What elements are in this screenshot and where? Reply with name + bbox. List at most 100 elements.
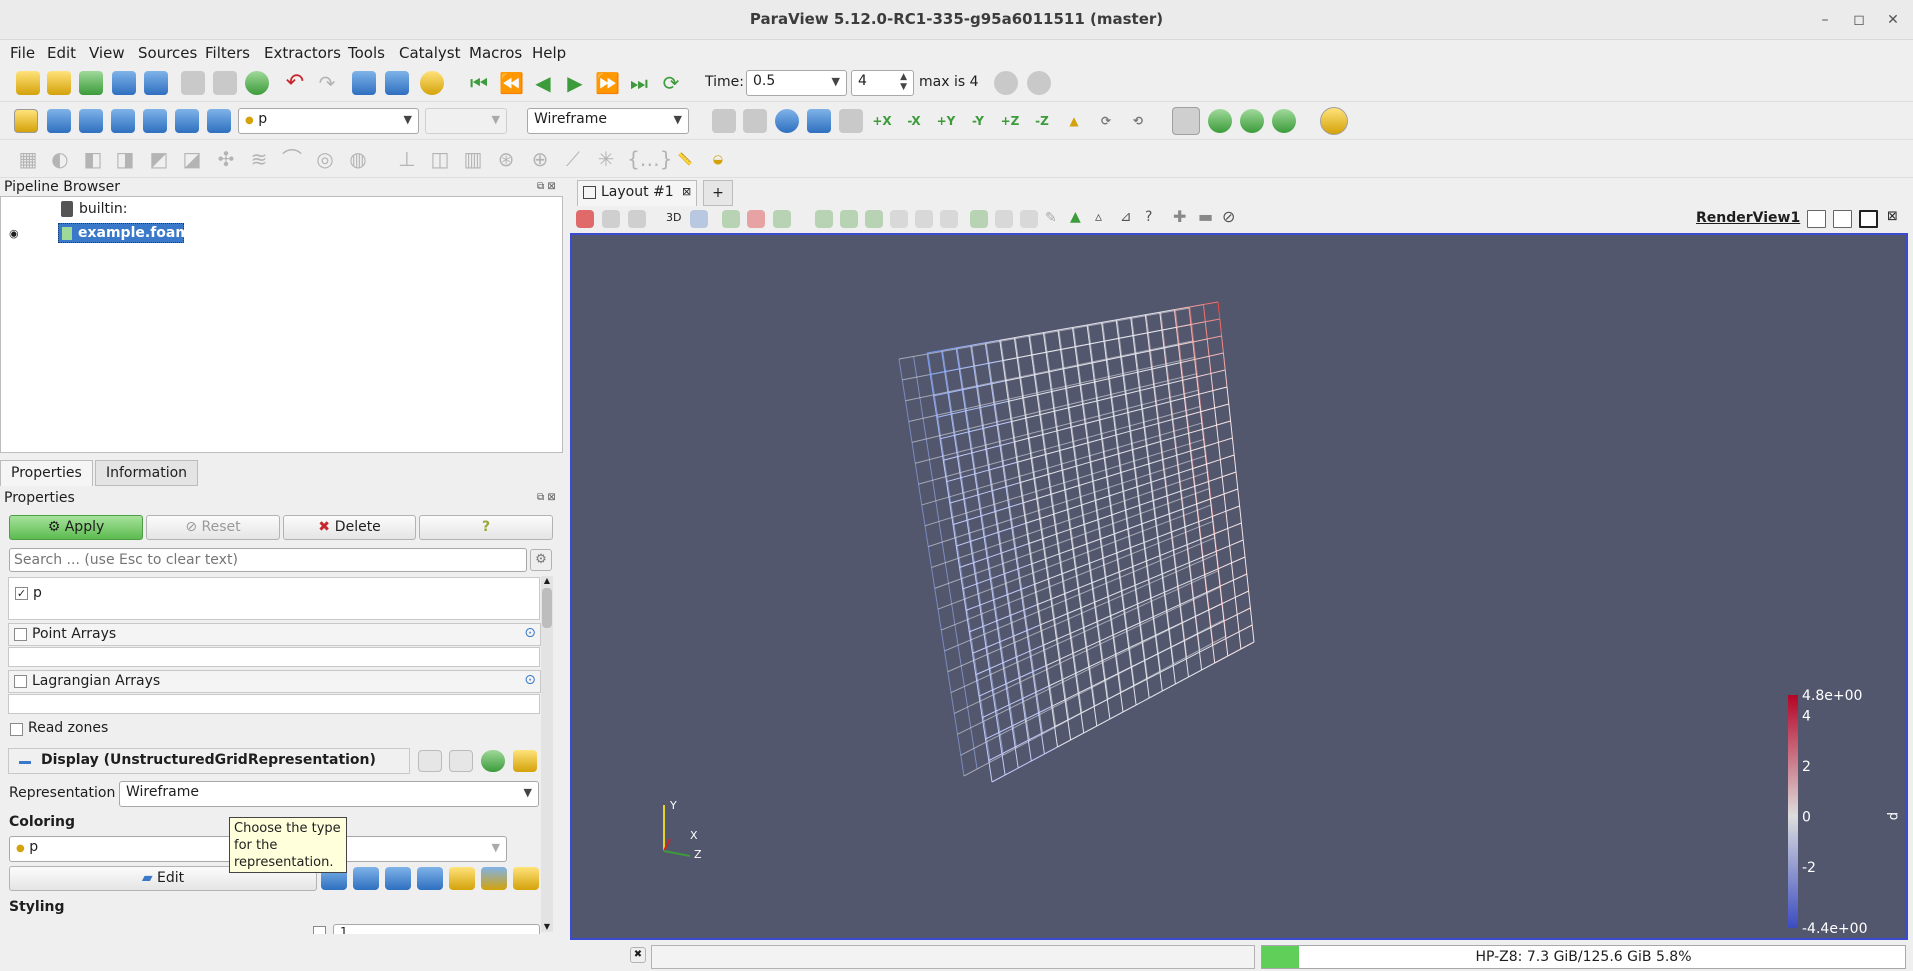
light-kit-icon[interactable] bbox=[1320, 107, 1348, 135]
maximize-view-icon[interactable] bbox=[1859, 210, 1878, 228]
zoom-closest-icon[interactable] bbox=[839, 109, 863, 133]
view-minus-x-icon[interactable]: -X bbox=[902, 109, 926, 133]
reload-icon[interactable] bbox=[481, 750, 505, 772]
plot-over-line-icon[interactable]: ◫ bbox=[428, 147, 452, 171]
capture-icon[interactable] bbox=[576, 210, 594, 228]
representation-select[interactable]: Wireframe ▼ bbox=[119, 781, 539, 807]
save-as-default-icon[interactable] bbox=[513, 750, 537, 772]
close-window-button[interactable]: ✕ bbox=[1882, 9, 1904, 31]
zoom-to-data-icon[interactable] bbox=[775, 109, 799, 133]
clear-icon[interactable]: ⊘ bbox=[1222, 207, 1235, 226]
menu-extractors[interactable]: Extractors bbox=[264, 44, 341, 62]
menu-edit[interactable]: Edit bbox=[47, 44, 76, 62]
ruler-icon[interactable]: 📏 bbox=[673, 147, 697, 171]
rescale-visible-icon[interactable] bbox=[207, 109, 231, 133]
info-icon[interactable]: ⊙ bbox=[524, 625, 536, 641]
eye-icon[interactable]: ◉ bbox=[9, 227, 19, 240]
point-arrays-checkbox[interactable] bbox=[14, 628, 27, 641]
display-section-header[interactable]: Display (UnstructuredGridRepresentation) bbox=[8, 748, 410, 774]
lagrangian-arrays-checkbox[interactable] bbox=[14, 675, 27, 688]
properties-scrollbar[interactable]: ▲ ▼ bbox=[541, 576, 553, 932]
show-color-legend-icon[interactable] bbox=[481, 867, 507, 890]
pipeline-item-builtin[interactable]: builtin: bbox=[79, 201, 128, 217]
extract-subset-icon[interactable]: ◪ bbox=[180, 147, 204, 171]
save-data-icon[interactable] bbox=[79, 71, 103, 95]
paste-properties-icon[interactable] bbox=[449, 750, 473, 772]
zoom-closest-icon[interactable] bbox=[1027, 71, 1051, 95]
properties-search-input[interactable] bbox=[9, 548, 527, 572]
reset-session-icon[interactable] bbox=[245, 71, 269, 95]
minimize-button[interactable]: – bbox=[1814, 9, 1836, 31]
copy-properties-icon[interactable] bbox=[418, 750, 442, 772]
menu-macros[interactable]: Macros bbox=[469, 44, 522, 62]
connect-icon[interactable] bbox=[112, 71, 136, 95]
reset-button[interactable]: ⊘ Reset bbox=[146, 515, 280, 540]
loop-icon[interactable]: ⟳ bbox=[659, 71, 683, 95]
plot-data-icon[interactable]: ⊛ bbox=[494, 147, 518, 171]
select-points-through-icon[interactable] bbox=[815, 210, 833, 228]
hover-cells-icon[interactable] bbox=[940, 210, 958, 228]
edit-annotations-icon[interactable] bbox=[513, 867, 539, 890]
opacity-checkbox[interactable] bbox=[313, 926, 326, 934]
hover-points-icon[interactable] bbox=[915, 210, 933, 228]
next-frame-icon[interactable]: ⏩ bbox=[595, 71, 620, 95]
menu-tools[interactable]: Tools bbox=[348, 44, 385, 62]
glyph-icon[interactable]: ✣ bbox=[214, 147, 238, 171]
view-plus-z-icon[interactable]: +Z bbox=[998, 109, 1022, 133]
load-state-icon[interactable] bbox=[213, 71, 237, 95]
protractor-icon[interactable]: ◒ bbox=[706, 147, 730, 171]
interactive-select-icon[interactable] bbox=[890, 210, 908, 228]
close-progress-icon[interactable]: ✖ bbox=[630, 947, 646, 963]
reset-camera-closest-icon[interactable] bbox=[743, 109, 767, 133]
temporal-icon[interactable]: ⟋ bbox=[561, 147, 585, 171]
camera-icon[interactable] bbox=[690, 210, 708, 228]
scroll-thumb[interactable] bbox=[542, 588, 552, 628]
previous-frame-icon[interactable]: ⏪ bbox=[499, 71, 524, 95]
screenshot-icon[interactable] bbox=[628, 210, 646, 228]
advanced-gear-icon[interactable]: ⚙ bbox=[530, 549, 552, 571]
opacity-input[interactable]: 1 bbox=[333, 924, 540, 934]
scroll-down-icon[interactable]: ▼ bbox=[542, 922, 552, 932]
color-palette-icon[interactable] bbox=[420, 71, 444, 95]
close-tab-icon[interactable]: ⊠ bbox=[682, 185, 691, 198]
remove-widget-icon[interactable]: ▬ bbox=[1198, 207, 1213, 226]
render-view[interactable]: Y X Z 4.8e+00 4 2 0 -2 -4.4e+00 p bbox=[570, 233, 1908, 940]
edit-selection-icon[interactable]: ✎ bbox=[1045, 210, 1057, 226]
cell-array-p-checkbox[interactable]: ✓ bbox=[15, 587, 28, 600]
scroll-up-icon[interactable]: ▲ bbox=[542, 576, 552, 586]
help-button[interactable]: ? bbox=[419, 515, 553, 540]
rescale-temporal-icon[interactable] bbox=[385, 867, 411, 890]
toggle-orientation-axes-icon[interactable] bbox=[1272, 109, 1296, 133]
add-selection-icon[interactable]: ▲ bbox=[1070, 209, 1081, 225]
read-zones-checkbox[interactable] bbox=[10, 723, 23, 736]
save-state-icon[interactable] bbox=[181, 71, 205, 95]
menu-file[interactable]: File bbox=[10, 44, 35, 62]
add-widget-icon[interactable]: ✚ bbox=[1173, 207, 1186, 226]
select-points-on-icon[interactable] bbox=[747, 210, 765, 228]
undo-icon[interactable]: ↶ bbox=[283, 71, 307, 95]
choose-preset-icon[interactable] bbox=[449, 867, 475, 890]
warp-by-vector-icon[interactable]: ⌒ bbox=[280, 147, 304, 171]
isometric-view-icon[interactable]: ▲ bbox=[1062, 109, 1086, 133]
find-data-icon[interactable] bbox=[385, 71, 409, 95]
edit-color-map-icon[interactable] bbox=[47, 109, 71, 133]
rotate-minus-90-icon[interactable]: ⟲ bbox=[1126, 109, 1150, 133]
rescale-visible-icon[interactable] bbox=[417, 867, 443, 890]
python-shell-icon[interactable] bbox=[352, 71, 376, 95]
python-calculator-icon[interactable]: {…} bbox=[627, 147, 672, 171]
close-view-icon[interactable]: ⊠ bbox=[1887, 209, 1898, 224]
info-icon[interactable]: ⊙ bbox=[524, 672, 536, 688]
menu-filters[interactable]: Filters bbox=[205, 44, 250, 62]
redo-icon[interactable]: ↷ bbox=[315, 71, 339, 95]
rescale-data-range-icon[interactable] bbox=[111, 109, 135, 133]
dock-buttons[interactable]: ⧉ ⊠ bbox=[537, 492, 556, 503]
menu-sources[interactable]: Sources bbox=[138, 44, 197, 62]
probe-line-icon[interactable]: ⊥ bbox=[395, 147, 419, 171]
rotate-plus-90-icon[interactable]: ⟳ bbox=[1094, 109, 1118, 133]
menu-view[interactable]: View bbox=[89, 44, 125, 62]
select-polygon-icon[interactable] bbox=[840, 210, 858, 228]
menu-catalyst[interactable]: Catalyst bbox=[399, 44, 460, 62]
slice-icon[interactable]: ◨ bbox=[113, 147, 137, 171]
menu-help[interactable]: Help bbox=[532, 44, 566, 62]
rescale-custom-icon[interactable] bbox=[353, 867, 379, 890]
